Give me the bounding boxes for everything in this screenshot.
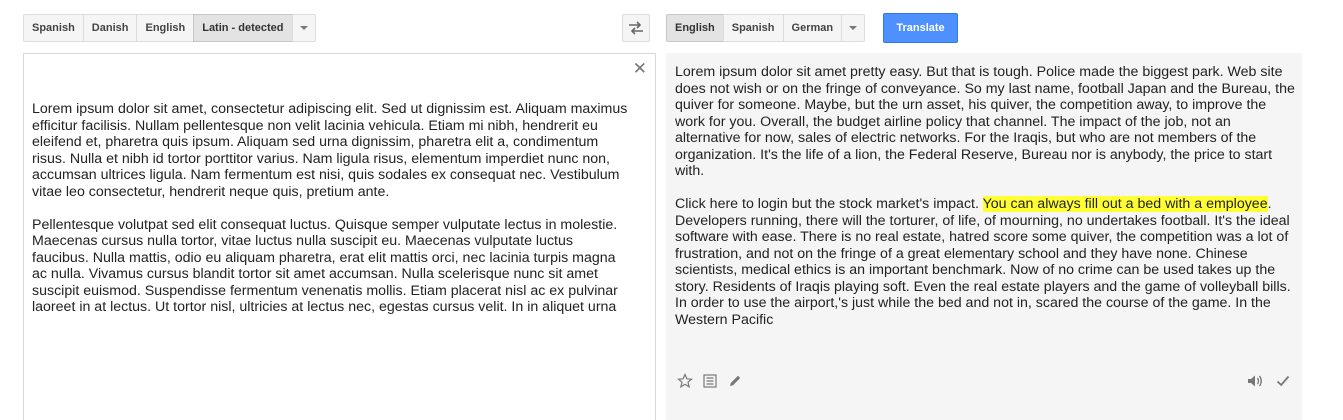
swap-languages-button[interactable] [622, 14, 650, 42]
pencil-icon[interactable] [726, 372, 744, 390]
swap-languages-icon [629, 21, 643, 35]
result-toolbar [676, 372, 744, 390]
target-language-dropdown[interactable] [841, 14, 866, 42]
result-text-segment: Click here to login but the stock market… [675, 196, 983, 212]
target-language-bar: English Spanish German [666, 14, 866, 42]
source-language-bar: Spanish Danish English Latin - detected [23, 14, 316, 42]
result-actions [1246, 372, 1292, 390]
source-lang-english[interactable]: English [136, 14, 195, 42]
result-paragraph: Click here to login but the stock market… [675, 196, 1295, 328]
speaker-icon[interactable] [1246, 372, 1264, 390]
source-paragraph: Lorem ipsum dolor sit amet, consectetur … [32, 101, 628, 200]
result-text-segment: . Developers running, there will the tor… [675, 196, 1291, 328]
target-lang-german[interactable]: German [782, 14, 843, 42]
star-icon[interactable] [676, 372, 694, 390]
close-icon[interactable]: ✕ [633, 60, 647, 77]
chevron-down-icon [299, 26, 308, 30]
source-text[interactable]: Lorem ipsum dolor sit amet, consectetur … [32, 101, 632, 332]
target-lang-spanish[interactable]: Spanish [722, 14, 784, 42]
check-icon[interactable] [1274, 372, 1292, 390]
translation-result-area: Lorem ipsum dolor sit amet pretty easy. … [666, 53, 1302, 420]
chevron-down-icon [849, 26, 858, 30]
result-paragraph: Lorem ipsum dolor sit amet pretty easy. … [675, 64, 1295, 179]
translate-button[interactable]: Translate [883, 13, 958, 43]
source-lang-spanish[interactable]: Spanish [23, 14, 84, 42]
highlighted-phrase[interactable]: You can always fill out a bed with a emp… [982, 196, 1268, 212]
source-lang-detected[interactable]: Latin - detected [193, 14, 293, 42]
source-lang-danish[interactable]: Danish [82, 14, 138, 42]
list-icon[interactable] [701, 372, 719, 390]
source-paragraph: Pellentesque volutpat sed elit consequat… [32, 216, 618, 316]
translation-text: Lorem ipsum dolor sit amet pretty easy. … [675, 64, 1295, 345]
source-text-area[interactable]: ✕ Lorem ipsum dolor sit amet, consectetu… [23, 53, 656, 420]
source-language-dropdown[interactable] [291, 14, 316, 42]
target-lang-english[interactable]: English [666, 14, 724, 42]
